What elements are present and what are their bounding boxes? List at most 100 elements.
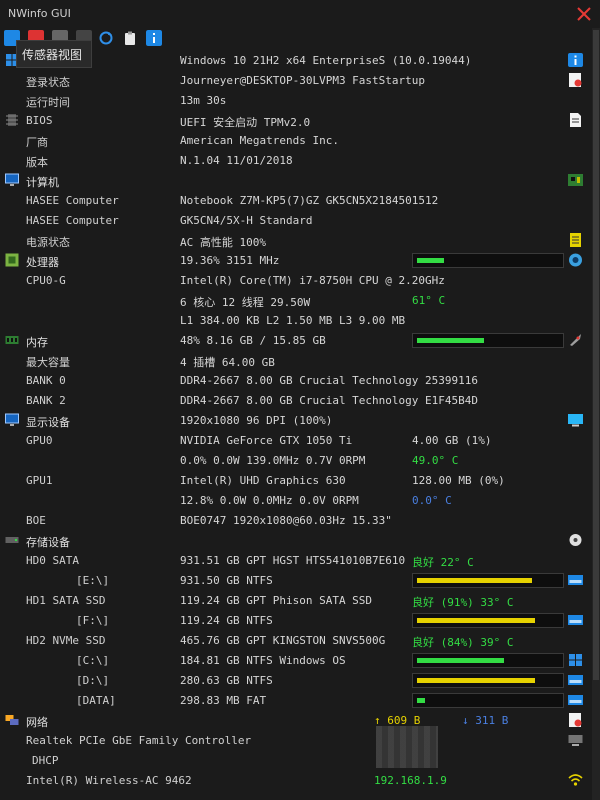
- clipboard-icon[interactable]: [122, 30, 138, 46]
- row-hd0[interactable]: HD0 SATA 931.51 GB GPT HGST HTS541010B7E…: [0, 550, 590, 570]
- info-icon[interactable]: [146, 30, 162, 46]
- battery-icon[interactable]: [568, 233, 583, 247]
- row-bank2[interactable]: BANK 2 DDR4-2667 8.00 GB Crucial Technol…: [0, 390, 590, 410]
- row-volume-f[interactable]: [F:\] 119.24 GB NTFS: [0, 610, 590, 630]
- row-storage[interactable]: 存储设备: [0, 530, 590, 550]
- row-hasee-2[interactable]: HASEE Computer GK5CN4/5X-H Standard: [0, 210, 590, 230]
- row-gpu0[interactable]: GPU0 NVIDIA GeForce GTX 1050 Ti 4.00 GB …: [0, 430, 590, 450]
- globe-icon[interactable]: [568, 713, 583, 727]
- display-icon: [5, 413, 19, 426]
- chip-icon: [6, 114, 18, 126]
- display-label: 显示设备: [26, 416, 70, 429]
- bank2-value: DDR4-2667 8.00 GB Crucial Technology E1F…: [180, 394, 479, 407]
- disk-icon[interactable]: [568, 533, 583, 547]
- volume-f-usage-bar: [412, 613, 564, 628]
- hasee-label: HASEE Computer: [26, 214, 119, 227]
- gpu0-value: NVIDIA GeForce GTX 1050 Ti: [180, 434, 353, 447]
- cpu-usage-bar: [412, 253, 564, 268]
- ethernet-icon[interactable]: [568, 733, 583, 747]
- row-dhcp[interactable]: DHCP: [0, 750, 590, 770]
- max-capacity-value: 4 插槽 64.00 GB: [180, 356, 275, 369]
- volume-d-value: 280.63 GB NTFS: [180, 674, 273, 687]
- volume-icon[interactable]: [568, 613, 583, 627]
- volume-c-usage-bar: [412, 653, 564, 668]
- volume-d-usage-fill: [417, 678, 535, 683]
- volume-e-usage-fill: [417, 578, 532, 583]
- hd1-value: 119.24 GB GPT Phison SATA SSD: [180, 594, 373, 607]
- row-version[interactable]: 版本 N.1.04 11/01/2018: [0, 150, 590, 170]
- bios-value: UEFI 安全启动 TPMv2.0: [180, 116, 311, 129]
- row-max-capacity[interactable]: 最大容量 4 插槽 64.00 GB: [0, 350, 590, 370]
- row-computer[interactable]: 计算机: [0, 170, 590, 190]
- cpu-temp: 61° C: [412, 294, 446, 307]
- memory-value: 48% 8.16 GB / 15.85 GB: [180, 334, 326, 347]
- computer-label: 计算机: [26, 176, 59, 189]
- row-login[interactable]: 登录状态 Journeyer@DESKTOP-30LVPM3 FastStart…: [0, 70, 590, 90]
- row-wifi[interactable]: Intel(R) Wireless-AC 9462 192.168.1.9: [0, 770, 590, 790]
- cpu-cores-value: 6 核心 12 线程 29.50W: [180, 296, 311, 309]
- hd0-label: HD0 SATA: [26, 554, 79, 567]
- user-icon[interactable]: [568, 73, 583, 87]
- volume-icon[interactable]: [568, 573, 583, 587]
- hasee-label: HASEE Computer: [26, 194, 119, 207]
- uptime-value: 13m 30s: [180, 94, 227, 107]
- gpu0-stats-value: 0.0% 0.0W 139.0MHz 0.7V 0RPM: [180, 454, 366, 467]
- vendor-label: 厂商: [26, 136, 48, 149]
- volume-c-usage-fill: [417, 658, 504, 663]
- cpu-cache-value: L1 384.00 KB L2 1.50 MB L3 9.00 MB: [180, 314, 406, 327]
- volume-e-usage-bar: [412, 573, 564, 588]
- bank0-value: DDR4-2667 8.00 GB Crucial Technology 253…: [180, 374, 479, 387]
- volume-f-usage-fill: [417, 618, 535, 623]
- storage-label: 存储设备: [26, 536, 70, 549]
- row-realtek[interactable]: Realtek PCIe GbE Family Controller: [0, 730, 590, 750]
- row-hd1[interactable]: HD1 SATA SSD 119.24 GB GPT Phison SATA S…: [0, 590, 590, 610]
- close-icon[interactable]: [574, 4, 594, 24]
- row-vendor[interactable]: 厂商 American Megatrends Inc.: [0, 130, 590, 150]
- row-bios[interactable]: BIOS UEFI 安全启动 TPMv2.0: [0, 110, 590, 130]
- row-gpu1[interactable]: GPU1 Intel(R) UHD Graphics 630 128.00 MB…: [0, 470, 590, 490]
- dhcp-label: DHCP: [32, 754, 59, 767]
- volume-icon[interactable]: [568, 673, 583, 687]
- row-cpu[interactable]: 处理器 19.36% 3151 MHz: [0, 250, 590, 270]
- info-icon[interactable]: [568, 53, 583, 67]
- row-cpu-cache[interactable]: L1 384.00 KB L2 1.50 MB L3 9.00 MB: [0, 310, 590, 330]
- motherboard-icon[interactable]: [568, 173, 583, 187]
- rocket-icon[interactable]: [568, 333, 583, 347]
- row-boe[interactable]: BOE BOE0747 1920x1080@60.03Hz 15.33": [0, 510, 590, 530]
- window-title: NWinfo GUI: [8, 7, 71, 20]
- row-memory[interactable]: 内存 48% 8.16 GB / 15.85 GB: [0, 330, 590, 350]
- row-cpu0[interactable]: CPU0-G Intel(R) Core(TM) i7-8750H CPU @ …: [0, 270, 590, 290]
- document-icon[interactable]: [568, 113, 583, 127]
- gpu1-label: GPU1: [26, 474, 53, 487]
- uptime-label: 运行时间: [26, 96, 70, 109]
- bios-label: BIOS: [26, 114, 53, 127]
- row-volume-data[interactable]: [DATA] 298.83 MB FAT: [0, 690, 590, 710]
- network-icon: [5, 715, 19, 725]
- row-gpu0-stats[interactable]: 0.0% 0.0W 139.0MHz 0.7V 0RPM 49.0° C: [0, 450, 590, 470]
- row-volume-c[interactable]: [C:\] 184.81 GB NTFS Windows OS: [0, 650, 590, 670]
- boe-value: BOE0747 1920x1080@60.03Hz 15.33": [180, 514, 392, 527]
- row-display[interactable]: 显示设备 1920x1080 96 DPI (100%): [0, 410, 590, 430]
- row-volume-d[interactable]: [D:\] 280.63 GB NTFS: [0, 670, 590, 690]
- reload-icon[interactable]: [98, 30, 114, 46]
- scrollbar-thumb[interactable]: [593, 30, 599, 680]
- row-uptime[interactable]: 运行时间 13m 30s: [0, 90, 590, 110]
- row-cpu-cores[interactable]: 6 核心 12 线程 29.50W 61° C: [0, 290, 590, 310]
- boe-label: BOE: [26, 514, 46, 527]
- hd2-health: 良好 (84%) 39° C: [412, 636, 514, 649]
- bank2-label: BANK 2: [26, 394, 66, 407]
- power-value: AC 高性能 100%: [180, 236, 266, 249]
- row-volume-e[interactable]: [E:\] 931.50 GB NTFS: [0, 570, 590, 590]
- row-network[interactable]: 网络 ↑ 609 B ↓ 311 B: [0, 710, 590, 730]
- wifi-icon[interactable]: [568, 773, 583, 787]
- windows-icon[interactable]: [568, 653, 583, 667]
- row-gpu1-stats[interactable]: 12.8% 0.0W 0.0MHz 0.0V 0RPM 0.0° C: [0, 490, 590, 510]
- screen-icon[interactable]: [568, 413, 583, 427]
- volume-icon[interactable]: [568, 693, 583, 707]
- row-bank0[interactable]: BANK 0 DDR4-2667 8.00 GB Crucial Technol…: [0, 370, 590, 390]
- row-hasee-1[interactable]: HASEE Computer Notebook Z7M-KP5(7)GZ GK5…: [0, 190, 590, 210]
- row-power[interactable]: 电源状态 AC 高性能 100%: [0, 230, 590, 250]
- redacted-block: [376, 726, 438, 768]
- gauge-icon[interactable]: [568, 253, 583, 267]
- row-hd2[interactable]: HD2 NVMe SSD 465.76 GB GPT KINGSTON SNVS…: [0, 630, 590, 650]
